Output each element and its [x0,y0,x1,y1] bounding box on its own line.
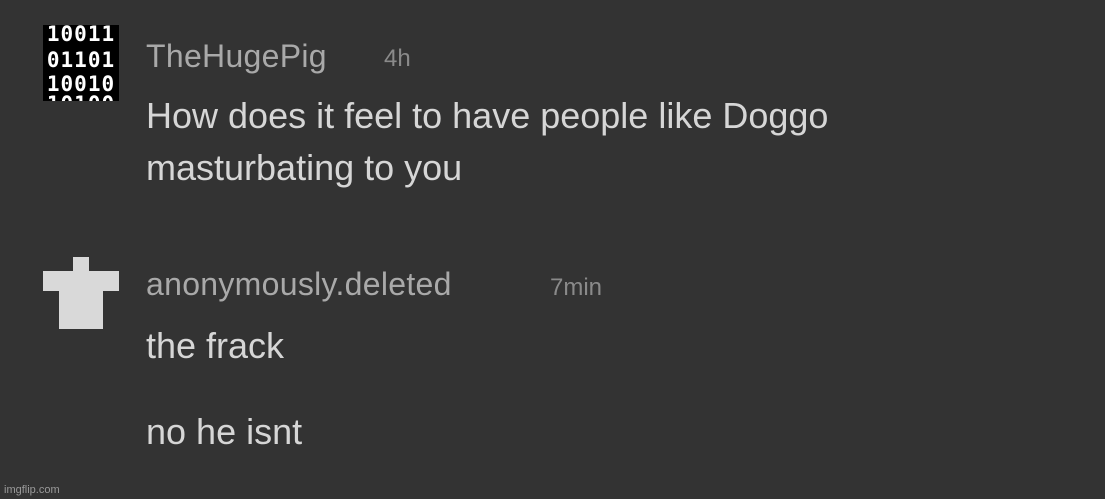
avatar-binary-row: 10100 [43,94,119,102]
username[interactable]: TheHugePig [146,38,327,75]
imgflip-watermark: imgflip.com [4,484,60,496]
avatar-binary-row: 01101 [46,48,116,72]
comment-body: How does it feel to have people like Dog… [146,95,829,188]
timestamp: 7min [550,274,603,301]
comment-anonymously-deleted: anonymously.deleted 7min the frack no he… [0,240,1105,499]
avatar-binary-row: 10011 [46,25,116,46]
comment-body-line: no he isnt [146,411,303,452]
comment-body-line: the frack [146,325,285,366]
deleted-user-avatar-icon[interactable] [43,257,119,333]
username[interactable]: anonymously.deleted [146,266,452,303]
binary-code-avatar-icon[interactable]: 10011 01101 10010 10100 [43,25,119,101]
comment-thehugepig: 10011 01101 10010 10100 TheHugePig 4h Ho… [0,0,1105,240]
deleted-user-icon-shape [43,257,119,329]
timestamp: 4h [384,45,411,72]
